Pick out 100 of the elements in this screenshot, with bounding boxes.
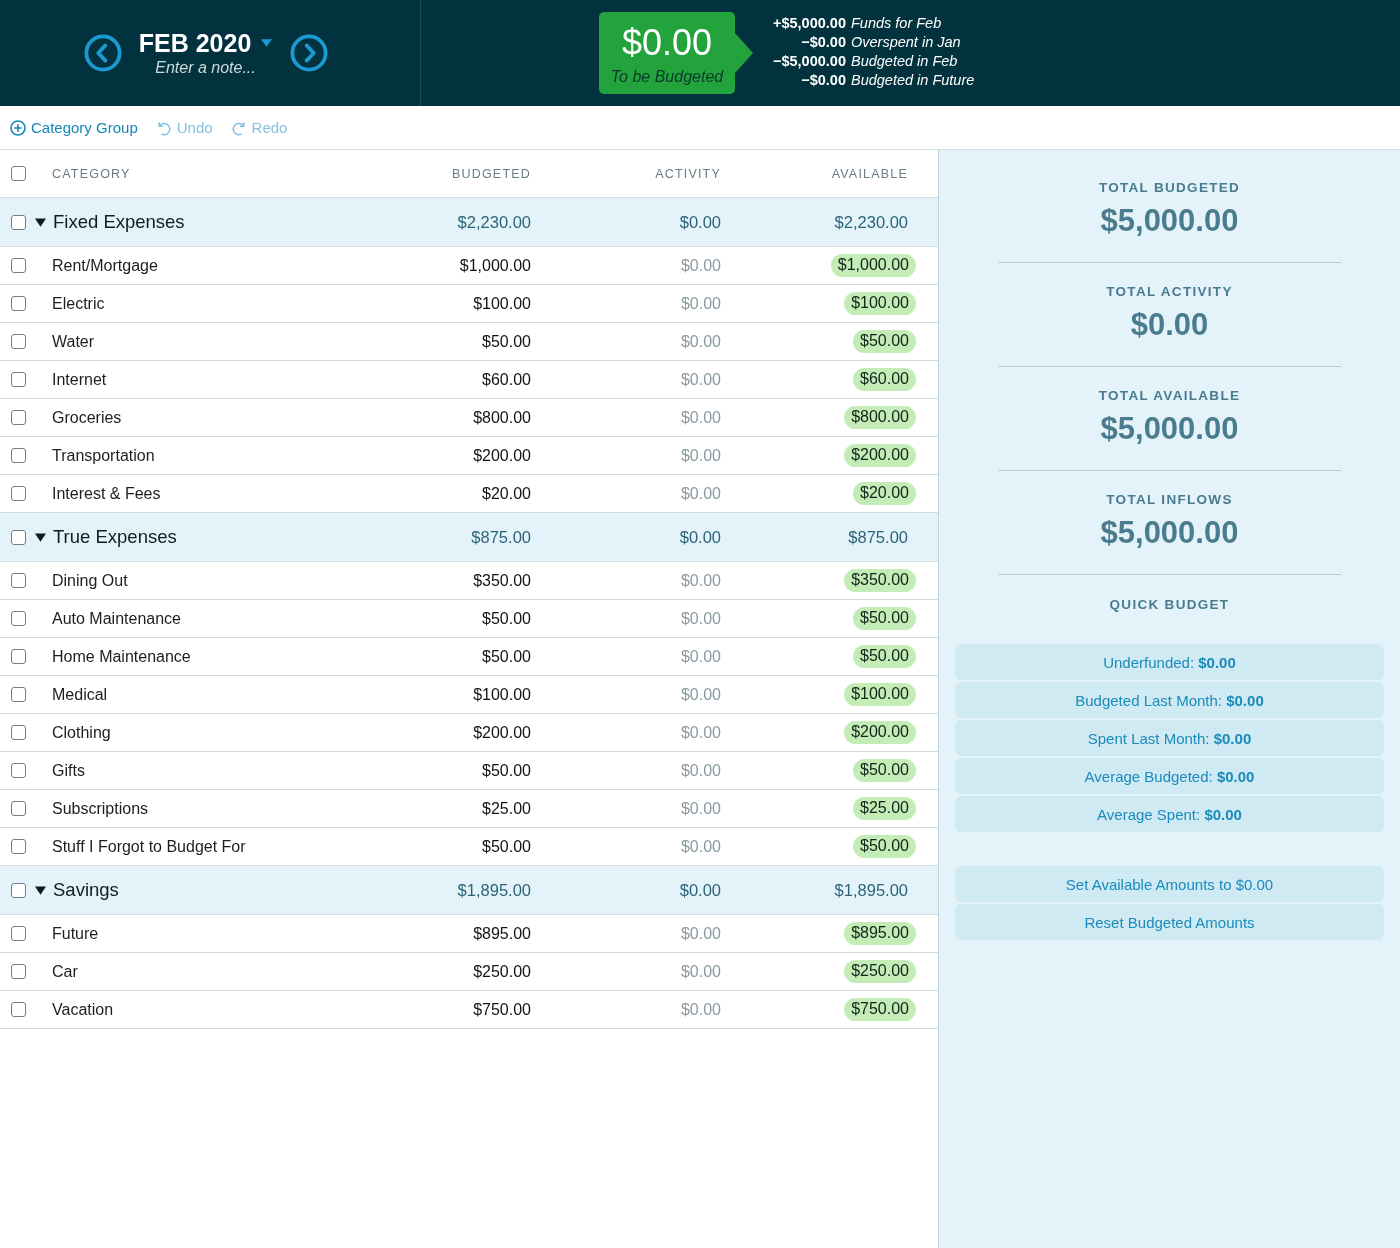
checkbox[interactable] <box>11 214 26 230</box>
category-name[interactable]: Dining Out <box>52 571 128 590</box>
available-balance[interactable]: $50.00 <box>853 330 916 353</box>
previous-month-button[interactable] <box>83 34 122 72</box>
activity-amount: $0.00 <box>680 370 721 389</box>
checkbox[interactable] <box>11 611 26 626</box>
budgeted-amount[interactable]: $50.00 <box>482 647 531 666</box>
budgeted-amount[interactable]: $200.00 <box>473 723 531 742</box>
available-balance[interactable]: $50.00 <box>853 835 916 858</box>
budgeted-amount[interactable]: $250.00 <box>473 962 531 981</box>
summary-label: Budgeted in Feb <box>851 52 959 71</box>
budgeted-amount[interactable]: $350.00 <box>473 571 531 590</box>
category-group-row[interactable]: True Expenses $875.00 $0.00 $875.00 <box>0 513 938 562</box>
available-balance[interactable]: $50.00 <box>853 759 916 782</box>
checkbox[interactable] <box>11 410 26 425</box>
category-name[interactable]: Subscriptions <box>52 799 149 818</box>
checkbox[interactable] <box>11 372 26 387</box>
budgeted-amount[interactable]: $1,000.00 <box>459 256 531 275</box>
category-group-row[interactable]: Savings $1,895.00 $0.00 $1,895.00 <box>0 866 938 915</box>
budgeted-amount[interactable]: $800.00 <box>473 408 531 427</box>
available-balance[interactable]: $250.00 <box>844 960 916 983</box>
available-balance[interactable]: $1,000.00 <box>830 254 916 277</box>
checkbox[interactable] <box>11 529 26 545</box>
budgeted-amount[interactable]: $100.00 <box>473 294 531 313</box>
add-category-group-button[interactable]: Category Group <box>10 119 138 136</box>
category-group-row[interactable]: Fixed Expenses $2,230.00 $0.00 $2,230.00 <box>0 198 938 247</box>
category-name[interactable]: Internet <box>52 370 107 389</box>
budgeted-amount[interactable]: $750.00 <box>473 1000 531 1019</box>
checkbox[interactable] <box>11 725 26 740</box>
checkbox[interactable] <box>11 258 26 273</box>
budgeted-amount[interactable]: $50.00 <box>482 332 531 351</box>
checkbox[interactable] <box>11 839 26 854</box>
category-name[interactable]: Clothing <box>52 723 111 742</box>
category-name[interactable]: Car <box>52 962 78 981</box>
budgeted-amount[interactable]: $895.00 <box>473 924 531 943</box>
checkbox[interactable] <box>11 964 26 979</box>
available-balance[interactable]: $895.00 <box>844 922 916 945</box>
available-balance[interactable]: $50.00 <box>853 645 916 668</box>
category-name[interactable]: Water <box>52 332 95 351</box>
group-name: Savings <box>53 879 119 901</box>
available-balance[interactable]: $50.00 <box>853 607 916 630</box>
category-name[interactable]: Gifts <box>52 761 85 780</box>
checkbox[interactable] <box>11 448 26 463</box>
caret-down-icon[interactable] <box>35 217 46 227</box>
category-name[interactable]: Auto Maintenance <box>52 609 181 628</box>
checkbox[interactable] <box>11 573 26 588</box>
available-balance[interactable]: $350.00 <box>844 569 916 592</box>
summary-label: Budgeted in Future <box>851 71 975 90</box>
activity-amount: $0.00 <box>680 761 721 780</box>
group-activity: $0.00 <box>679 212 721 232</box>
category-name[interactable]: Stuff I Forgot to Budget For <box>52 837 246 856</box>
available-balance[interactable]: $750.00 <box>844 998 916 1021</box>
select-all-checkbox[interactable] <box>11 166 26 181</box>
budgeted-amount[interactable]: $20.00 <box>482 484 531 503</box>
budgeted-amount[interactable]: $25.00 <box>482 799 531 818</box>
checkbox[interactable] <box>11 882 26 898</box>
note-field[interactable]: Enter a note... <box>145 58 266 78</box>
chevron-right-icon <box>289 34 328 72</box>
category-name[interactable]: Medical <box>52 685 108 704</box>
caret-down-icon[interactable] <box>35 532 46 542</box>
available-balance[interactable]: $100.00 <box>844 683 916 706</box>
checkbox[interactable] <box>11 763 26 778</box>
checkbox[interactable] <box>11 926 26 941</box>
budgeted-amount[interactable]: $60.00 <box>482 370 531 389</box>
category-name[interactable]: Transportation <box>52 446 155 465</box>
category-name[interactable]: Home Maintenance <box>52 647 191 666</box>
caret-down-icon[interactable] <box>35 885 46 895</box>
total-label: TOTAL AVAILABLE <box>1098 388 1241 404</box>
category-name[interactable]: Groceries <box>52 408 122 427</box>
budgeted-amount[interactable]: $200.00 <box>473 446 531 465</box>
budgeted-amount[interactable]: $50.00 <box>482 837 531 856</box>
next-month-button[interactable] <box>289 34 328 72</box>
available-balance[interactable]: $20.00 <box>853 482 916 505</box>
checkbox[interactable] <box>11 687 26 702</box>
checkbox[interactable] <box>11 1002 26 1017</box>
budgeted-amount[interactable]: $50.00 <box>482 609 531 628</box>
activity-amount: $0.00 <box>680 294 721 313</box>
available-balance[interactable]: $800.00 <box>844 406 916 429</box>
budgeted-amount[interactable]: $100.00 <box>473 685 531 704</box>
checkbox[interactable] <box>11 334 26 349</box>
category-name[interactable]: Electric <box>52 294 105 313</box>
checkbox[interactable] <box>11 486 26 501</box>
summary-amount: −$0.00 <box>800 71 846 90</box>
column-header: ACTIVITY <box>655 166 721 181</box>
category-name[interactable]: Rent/Mortgage <box>52 256 158 275</box>
available-balance[interactable]: $60.00 <box>853 368 916 391</box>
category-name[interactable]: Interest & Fees <box>52 484 161 503</box>
chevron-left-icon <box>83 34 122 72</box>
month-dropdown[interactable]: FEB 2020 <box>138 28 273 58</box>
category-name[interactable]: Vacation <box>52 1000 114 1019</box>
category-name[interactable]: Future <box>52 924 99 943</box>
total-value: $5,000.00 <box>1100 410 1239 448</box>
available-balance[interactable]: $200.00 <box>844 721 916 744</box>
available-balance[interactable]: $100.00 <box>844 292 916 315</box>
budgeted-amount[interactable]: $50.00 <box>482 761 531 780</box>
available-balance[interactable]: $25.00 <box>853 797 916 820</box>
available-balance[interactable]: $200.00 <box>844 444 916 467</box>
checkbox[interactable] <box>11 801 26 816</box>
checkbox[interactable] <box>11 296 26 311</box>
checkbox[interactable] <box>11 649 26 664</box>
